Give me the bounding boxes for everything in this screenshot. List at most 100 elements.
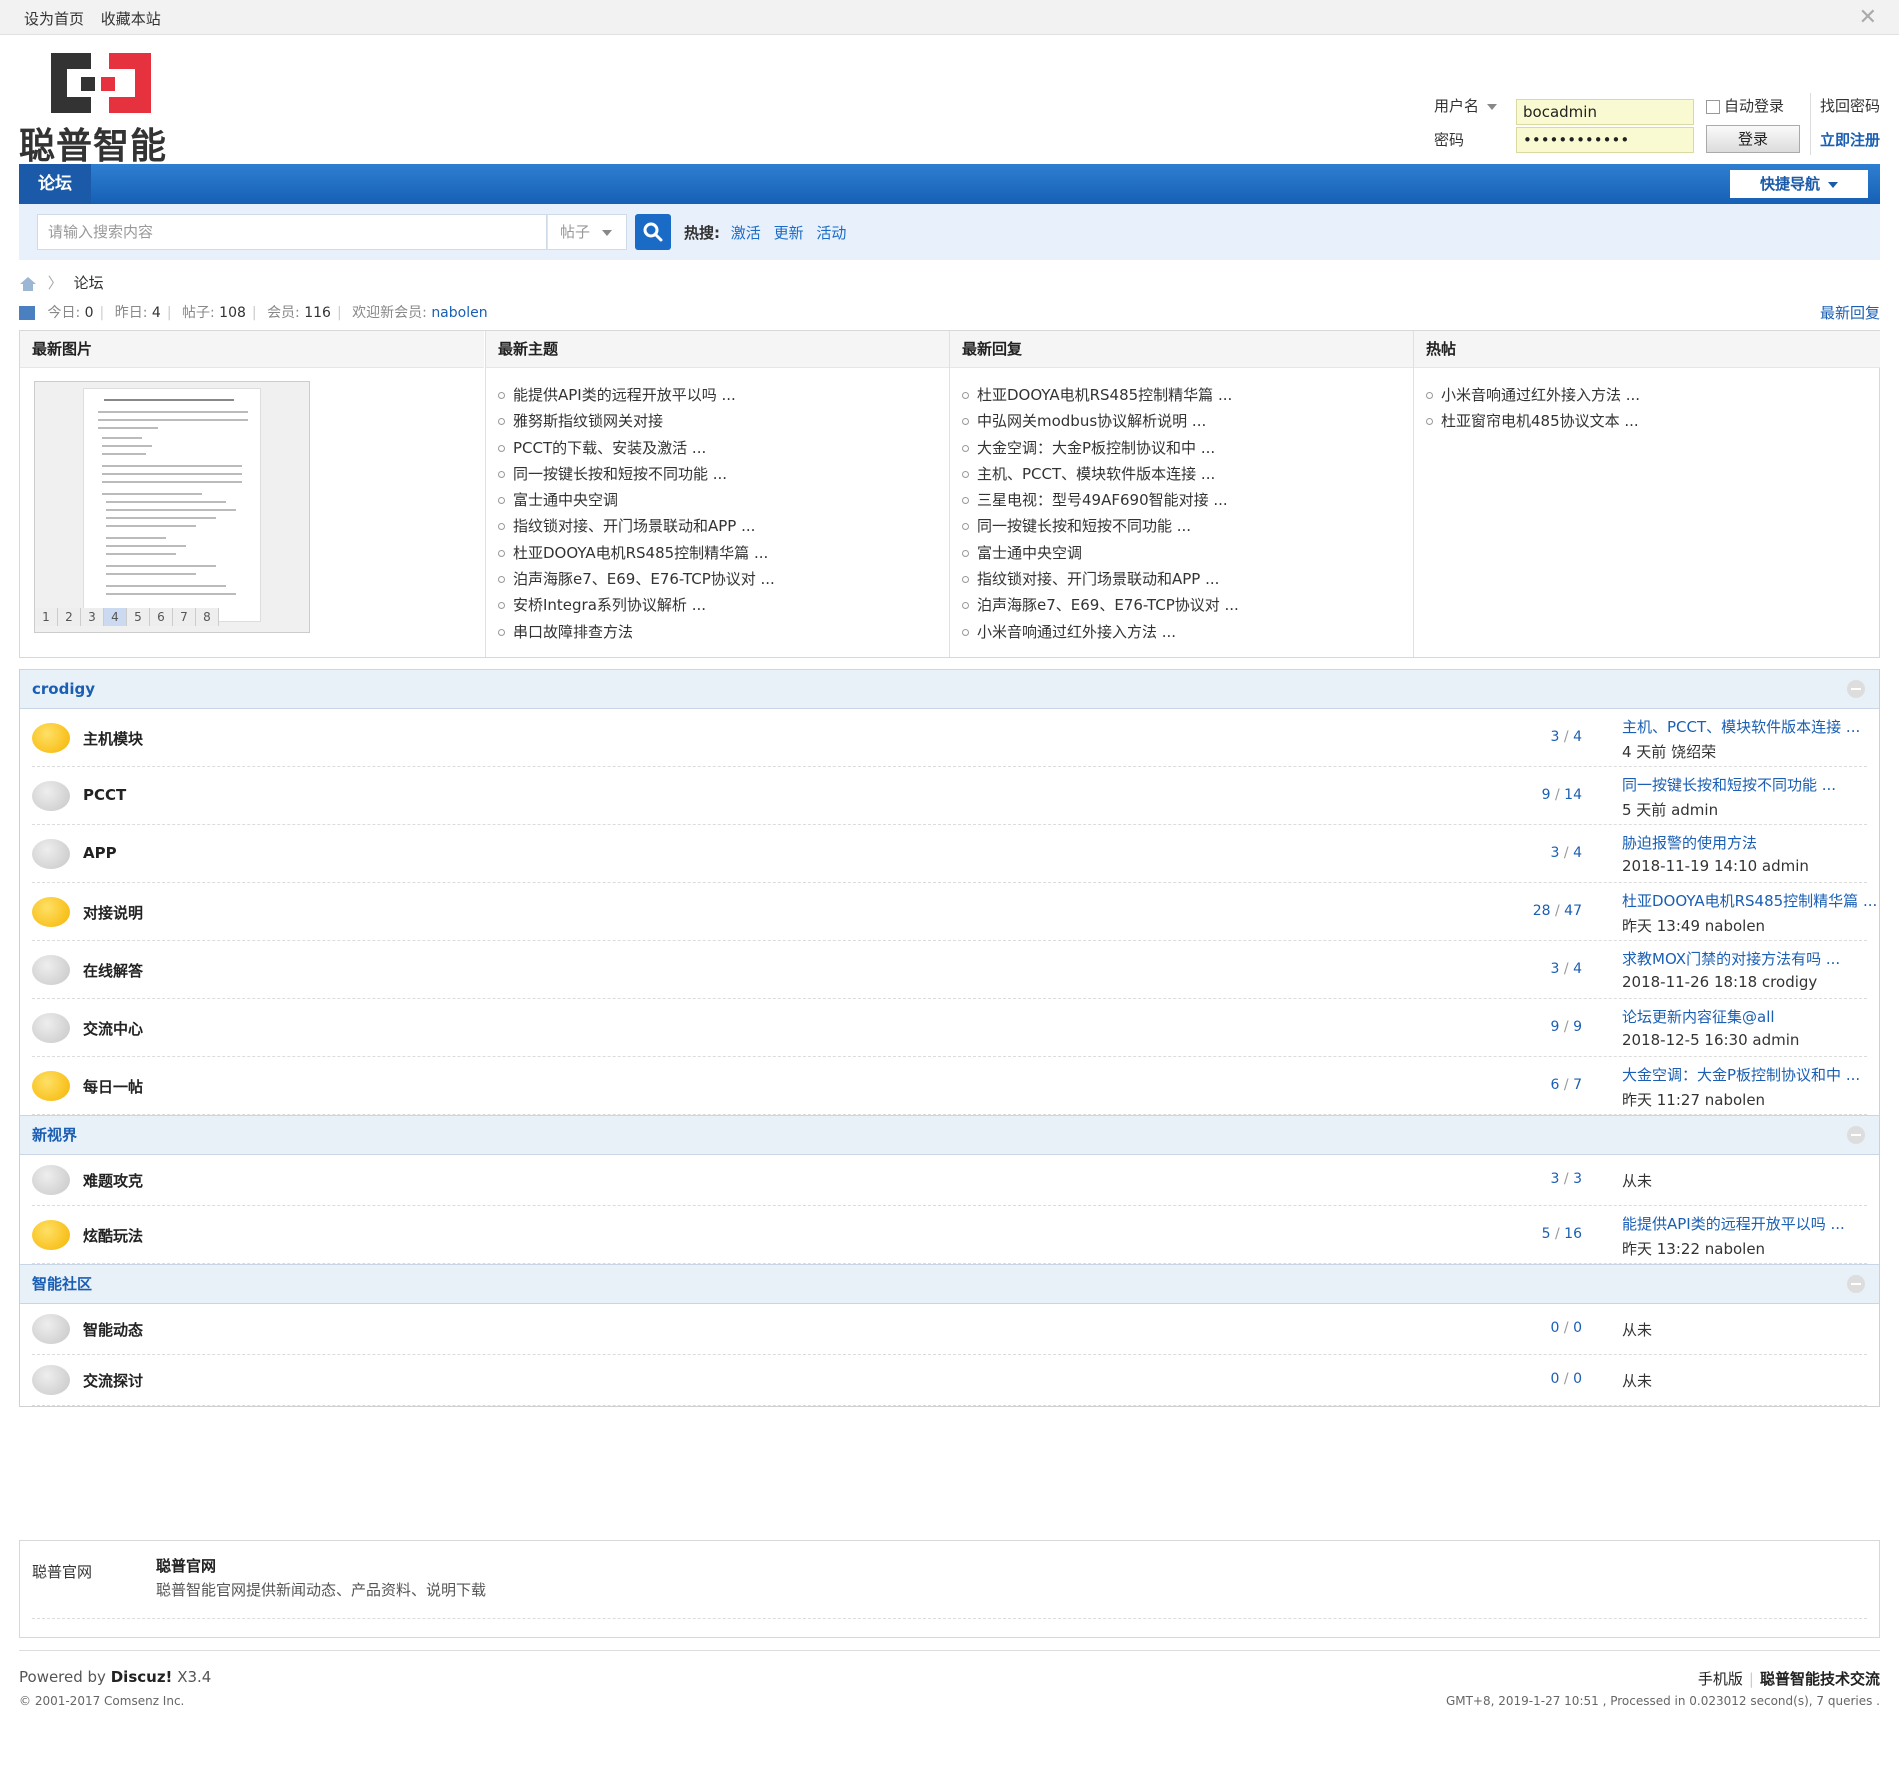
pager-item[interactable]: 6 <box>150 608 173 626</box>
forum-name[interactable]: 每日一帖 <box>83 1076 143 1097</box>
pager-item[interactable]: 4 <box>104 608 127 626</box>
thread-link[interactable]: 杜亚DOOYA电机RS485控制精华篇 ... <box>513 544 768 562</box>
category-title[interactable]: 智能社区 <box>32 1275 92 1293</box>
last-post-link[interactable]: 杜亚DOOYA电机RS485控制精华篇 ... <box>1622 890 1877 911</box>
search-type-select[interactable]: 帖子 <box>547 214 627 250</box>
list-item[interactable]: 富士通中央空调 <box>498 487 950 513</box>
forum-row[interactable]: PCCT 9 / 14 同一按键长按和短按不同功能 ... 5 天前 admin <box>32 767 1867 825</box>
thread-link[interactable]: 指纹锁对接、开门场景联动和APP ... <box>977 570 1219 588</box>
image-slideshow[interactable]: 12345678 <box>34 381 310 633</box>
forum-row[interactable]: 每日一帖 6 / 7 大金空调：大金P板控制协议和中 ... 昨天 11:27 nab… <box>32 1057 1867 1115</box>
search-input[interactable]: 请输入搜索内容 <box>37 214 547 250</box>
forum-name[interactable]: 在线解答 <box>83 960 143 981</box>
login-button[interactable]: 登录 <box>1706 125 1800 153</box>
collapse-icon[interactable] <box>1847 680 1865 698</box>
list-item[interactable]: 串口故障排查方法 <box>498 619 950 645</box>
forum-name[interactable]: PCCT <box>83 786 126 804</box>
thread-link[interactable]: 雅努斯指纹锁网关对接 <box>513 412 663 430</box>
list-item[interactable]: 小米音响通过红外接入方法 ... <box>1426 382 1880 408</box>
thread-link[interactable]: 大金空调：大金P板控制协议和中 ... <box>977 439 1215 457</box>
register-link[interactable]: 立即注册 <box>1820 129 1880 150</box>
document-thumbnail[interactable] <box>83 388 261 622</box>
last-post-link[interactable]: 求教MOX门禁的对接方法有吗 ... <box>1622 948 1840 969</box>
thread-link[interactable]: 中弘网关modbus协议解析说明 ... <box>977 412 1206 430</box>
list-item[interactable]: 泊声海豚e7、E69、E76-TCP协议对 ... <box>962 592 1414 618</box>
list-item[interactable]: 三星电视：型号49AF690智能对接 ... <box>962 487 1414 513</box>
list-item[interactable]: 能提供API类的远程开放平以吗 ... <box>498 382 950 408</box>
pager-item[interactable]: 7 <box>173 608 196 626</box>
forum-row[interactable]: 主机模块 3 / 4 主机、PCCT、模块软件版本连接 ... 4 天前 饶绍荣 <box>32 709 1867 767</box>
last-post-link[interactable]: 胁迫报警的使用方法 <box>1622 832 1809 853</box>
thread-link[interactable]: 泊声海豚e7、E69、E76-TCP协议对 ... <box>977 596 1239 614</box>
forum-row[interactable]: 智能动态 0 / 0 从未 <box>32 1304 1867 1355</box>
list-item[interactable]: 杜亚DOOYA电机RS485控制精华篇 ... <box>498 540 950 566</box>
last-post-link[interactable]: 能提供API类的远程开放平以吗 ... <box>1622 1213 1845 1234</box>
list-item[interactable]: 杜亚窗帘电机485协议文本 ... <box>1426 408 1880 434</box>
forum-name[interactable]: 交流探讨 <box>83 1370 143 1391</box>
pager-item[interactable]: 2 <box>58 608 81 626</box>
thread-link[interactable]: 同一按键长按和短按不同功能 ... <box>513 465 727 483</box>
forum-name[interactable]: 难题攻克 <box>83 1170 143 1191</box>
forum-row[interactable]: 对接说明 28 / 47 杜亚DOOYA电机RS485控制精华篇 ... 昨天 13:… <box>32 883 1877 941</box>
forum-row[interactable]: 炫酷玩法 5 / 16 能提供API类的远程开放平以吗 ... 昨天 13:22 na… <box>32 1206 1867 1264</box>
list-item[interactable]: 富士通中央空调 <box>962 540 1414 566</box>
category-title[interactable]: 新视界 <box>32 1126 77 1144</box>
forum-name[interactable]: 智能动态 <box>83 1319 143 1340</box>
thread-link[interactable]: 同一按键长按和短按不同功能 ... <box>977 517 1191 535</box>
list-item[interactable]: 安桥Integra系列协议解析 ... <box>498 592 950 618</box>
thread-link[interactable]: 泊声海豚e7、E69、E76-TCP协议对 ... <box>513 570 775 588</box>
tab-forum[interactable]: 论坛 <box>19 164 91 204</box>
site-logo[interactable]: 聪普智能 <box>19 49 189 167</box>
site-name-link[interactable]: 聪普智能技术交流 <box>1760 1670 1880 1688</box>
thread-link[interactable]: 串口故障排查方法 <box>513 623 633 641</box>
thread-link[interactable]: PCCT的下载、安装及激活 ... <box>513 439 706 457</box>
forum-name[interactable]: 炫酷玩法 <box>83 1225 143 1246</box>
last-post-link[interactable]: 同一按键长按和短按不同功能 ... <box>1622 774 1836 795</box>
list-item[interactable]: 雅努斯指纹锁网关对接 <box>498 408 950 434</box>
thread-link[interactable]: 三星电视：型号49AF690智能对接 ... <box>977 491 1228 509</box>
list-item[interactable]: 小米音响通过红外接入方法 ... <box>962 619 1414 645</box>
auto-login[interactable]: 自动登录 <box>1706 95 1784 116</box>
collapse-icon[interactable] <box>1847 1275 1865 1293</box>
auto-login-checkbox[interactable] <box>1706 99 1720 114</box>
forum-row[interactable]: 交流探讨 0 / 0 从未 <box>32 1355 1867 1406</box>
category-title[interactable]: crodigy <box>32 680 95 698</box>
hot-keyword[interactable]: 激活 <box>731 224 761 242</box>
list-item[interactable]: PCCT的下载、安装及激活 ... <box>498 435 950 461</box>
list-item[interactable]: 指纹锁对接、开门场景联动和APP ... <box>962 566 1414 592</box>
mobile-link[interactable]: 手机版 <box>1698 1670 1743 1688</box>
forum-name[interactable]: 对接说明 <box>83 902 143 923</box>
close-icon[interactable]: ✕ <box>1859 5 1877 30</box>
list-item[interactable]: 杜亚DOOYA电机RS485控制精华篇 ... <box>962 382 1414 408</box>
pager-item[interactable]: 5 <box>127 608 150 626</box>
set-home-link[interactable]: 设为首页 <box>24 10 84 28</box>
thread-link[interactable]: 杜亚窗帘电机485协议文本 ... <box>1441 412 1639 430</box>
last-post-link[interactable]: 论坛更新内容征集@all <box>1622 1006 1799 1027</box>
hot-keyword[interactable]: 活动 <box>816 224 846 242</box>
forum-row[interactable]: 在线解答 3 / 4 求教MOX门禁的对接方法有吗 ... 2018-11-26 18… <box>32 941 1867 999</box>
latest-reply-link[interactable]: 最新回复 <box>1820 302 1880 323</box>
thread-link[interactable]: 主机、PCCT、模块软件版本连接 ... <box>977 465 1215 483</box>
bookmark-link[interactable]: 收藏本站 <box>101 10 161 28</box>
forum-row[interactable]: 难题攻克 3 / 3 从未 <box>32 1155 1867 1206</box>
search-button[interactable] <box>635 214 671 250</box>
thread-link[interactable]: 富士通中央空调 <box>513 491 618 509</box>
thread-link[interactable]: 小米音响通过红外接入方法 ... <box>1441 386 1640 404</box>
forum-name[interactable]: APP <box>83 844 117 862</box>
thread-link[interactable]: 指纹锁对接、开门场景联动和APP ... <box>513 517 755 535</box>
list-item[interactable]: 大金空调：大金P板控制协议和中 ... <box>962 435 1414 461</box>
last-post-link[interactable]: 主机、PCCT、模块软件版本连接 ... <box>1622 716 1860 737</box>
list-item[interactable]: 同一按键长按和短按不同功能 ... <box>962 513 1414 539</box>
discuz-link[interactable]: Discuz! <box>111 1668 173 1686</box>
pager-item[interactable]: 8 <box>196 608 219 626</box>
list-item[interactable]: 主机、PCCT、模块软件版本连接 ... <box>962 461 1414 487</box>
thread-link[interactable]: 富士通中央空调 <box>977 544 1082 562</box>
quick-nav-button[interactable]: 快捷导航 <box>1730 170 1868 198</box>
list-item[interactable]: 同一按键长按和短按不同功能 ... <box>498 461 950 487</box>
pager-item[interactable]: 3 <box>81 608 104 626</box>
collapse-icon[interactable] <box>1847 1126 1865 1144</box>
list-item[interactable]: 指纹锁对接、开门场景联动和APP ... <box>498 513 950 539</box>
hot-keyword[interactable]: 更新 <box>774 224 804 242</box>
thread-link[interactable]: 杜亚DOOYA电机RS485控制精华篇 ... <box>977 386 1232 404</box>
thread-link[interactable]: 安桥Integra系列协议解析 ... <box>513 596 706 614</box>
